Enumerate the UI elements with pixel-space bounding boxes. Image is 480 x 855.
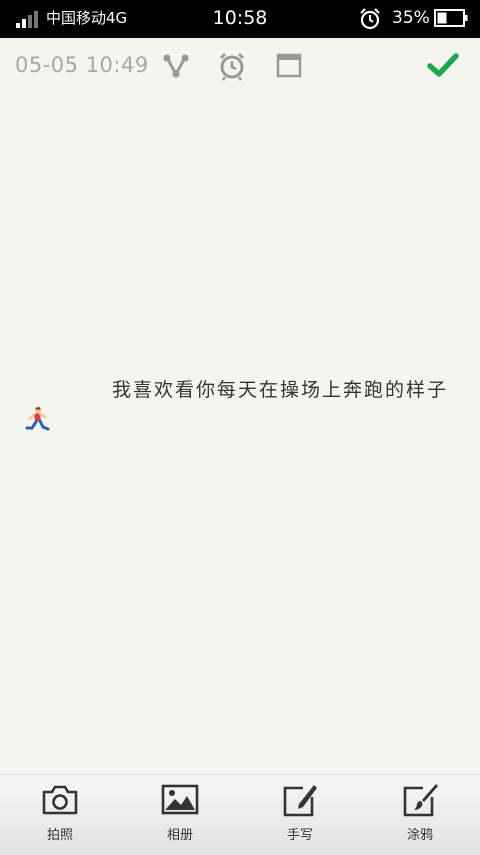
check-icon[interactable] bbox=[425, 49, 461, 81]
runner-icon bbox=[25, 406, 50, 431]
alarm-icon bbox=[360, 8, 380, 30]
handwrite-icon bbox=[283, 785, 317, 817]
doodle-icon bbox=[403, 784, 438, 817]
share-icon[interactable] bbox=[160, 50, 192, 82]
note-datetime: 05-05 10:49 bbox=[15, 53, 149, 77]
gallery-label: 相册 bbox=[166, 828, 193, 843]
camera-button[interactable]: 拍照 bbox=[0, 775, 120, 855]
gallery-icon bbox=[161, 784, 199, 815]
gallery-button[interactable]: 相册 bbox=[120, 775, 240, 855]
battery-percent: 35% bbox=[392, 8, 430, 28]
battery-icon bbox=[434, 9, 468, 27]
camera-icon bbox=[42, 785, 78, 815]
note-toolbar: 05-05 10:49 bbox=[0, 38, 480, 94]
window-icon[interactable] bbox=[273, 50, 305, 82]
handwrite-label: 手写 bbox=[286, 828, 313, 843]
note-text: 我喜欢看你每天在操场上奔跑的样子 bbox=[112, 379, 449, 401]
note-body[interactable]: 我喜欢看你每天在操场上奔跑的样子 bbox=[22, 374, 458, 438]
handwrite-button[interactable]: 手写 bbox=[240, 775, 360, 855]
status-bar: 中国移动4G 10:58 35% bbox=[0, 0, 480, 38]
doodle-button[interactable]: 涂鸦 bbox=[360, 775, 480, 855]
camera-label: 拍照 bbox=[46, 828, 73, 843]
doodle-label: 涂鸦 bbox=[406, 828, 433, 843]
bottom-action-bar: 拍照 相册 手写 涂鸦 bbox=[0, 774, 480, 855]
alarm-icon[interactable] bbox=[216, 50, 248, 82]
